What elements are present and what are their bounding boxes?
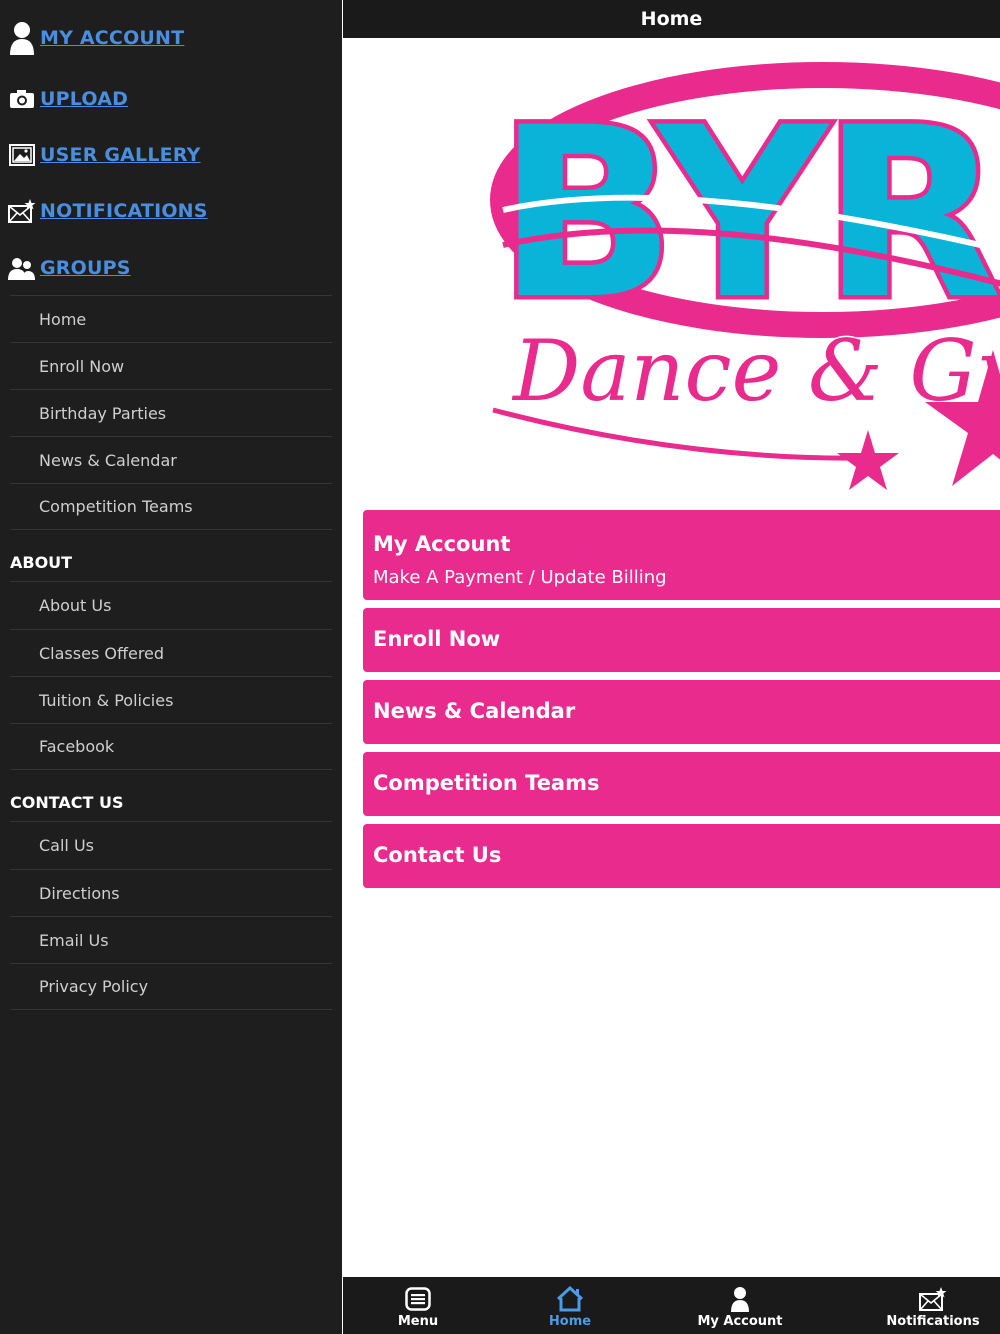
sidebar-link-label: NOTIFICATIONS	[40, 200, 208, 222]
home-icon	[555, 1284, 585, 1314]
button-title: Enroll Now	[373, 627, 501, 651]
button-subtitle: Make A Payment / Update Billing	[373, 567, 667, 588]
sidebar-item-email-us[interactable]: Email Us	[10, 916, 332, 963]
sidebar-item-tuition-policies[interactable]: Tuition & Policies	[10, 676, 332, 723]
sidebar-link-notifications[interactable]: NOTIFICATIONS	[8, 191, 338, 231]
sidebar-item-facebook[interactable]: Facebook	[10, 723, 332, 770]
byrd-logo: BYRD Dance & Gym	[490, 62, 1000, 490]
section-heading-contact: CONTACT US	[10, 784, 332, 822]
menu-icon	[405, 1284, 431, 1314]
main-content: BYRD Dance & Gym My Account Make A Payme…	[343, 38, 1000, 1278]
news-calendar-button[interactable]: News & Calendar	[363, 680, 1000, 744]
sidebar: MY ACCOUNT UPLOAD USER GALLERY NOTIFICAT…	[0, 0, 342, 1334]
tab-label: Menu	[397, 1314, 439, 1329]
logo-title: BYRD	[497, 78, 1000, 351]
button-title: Competition Teams	[373, 771, 600, 795]
sidebar-item-news-calendar[interactable]: News & Calendar	[10, 436, 332, 483]
tab-label: My Account	[697, 1314, 783, 1329]
sidebar-item-call-us[interactable]: Call Us	[10, 822, 332, 869]
bottom-tab-bar: Menu Home My Account Notifications	[343, 1277, 1000, 1334]
top-bar: Home	[343, 0, 1000, 38]
person-icon	[8, 22, 36, 55]
tab-label: Home	[548, 1314, 592, 1329]
contact-us-button[interactable]: Contact Us	[363, 824, 1000, 888]
enroll-now-button[interactable]: Enroll Now	[363, 608, 1000, 672]
section-heading-about: ABOUT	[10, 544, 332, 582]
sidebar-link-label: USER GALLERY	[40, 144, 201, 166]
sidebar-item-directions[interactable]: Directions	[10, 869, 332, 916]
sidebar-link-groups[interactable]: GROUPS	[8, 248, 338, 288]
button-title: News & Calendar	[373, 699, 576, 723]
sidebar-link-label: GROUPS	[40, 257, 131, 279]
tab-notifications[interactable]: Notifications	[883, 1277, 983, 1334]
about-list: About Us Classes Offered Tuition & Polic…	[10, 582, 332, 770]
tab-label: Notifications	[886, 1314, 980, 1329]
logo-subtitle: Dance & Gym	[511, 322, 1000, 420]
button-title: My Account	[373, 532, 511, 556]
sidebar-link-my-account[interactable]: MY ACCOUNT	[8, 18, 338, 58]
envelope-star-icon	[919, 1284, 947, 1314]
tab-my-account[interactable]: My Account	[695, 1277, 785, 1334]
person-icon	[730, 1284, 750, 1314]
sidebar-link-label: MY ACCOUNT	[40, 27, 185, 49]
sidebar-item-birthday-parties[interactable]: Birthday Parties	[10, 389, 332, 436]
sidebar-item-privacy-policy[interactable]: Privacy Policy	[10, 963, 332, 1010]
group-icon	[8, 253, 36, 283]
sidebar-link-label: UPLOAD	[40, 88, 129, 110]
sidebar-item-enroll-now[interactable]: Enroll Now	[10, 342, 332, 389]
tab-home[interactable]: Home	[535, 1277, 605, 1334]
competition-teams-button[interactable]: Competition Teams	[363, 752, 1000, 816]
button-title: Contact Us	[373, 843, 502, 867]
sidebar-item-home[interactable]: Home	[10, 295, 332, 342]
my-account-button[interactable]: My Account Make A Payment / Update Billi…	[363, 510, 1000, 600]
envelope-star-icon	[8, 196, 36, 226]
page-title: Home	[640, 8, 703, 30]
groups-list: Home Enroll Now Birthday Parties News & …	[10, 295, 332, 530]
camera-icon	[8, 84, 36, 114]
sidebar-item-classes-offered[interactable]: Classes Offered	[10, 629, 332, 676]
contact-list: Call Us Directions Email Us Privacy Poli…	[10, 822, 332, 1010]
tab-menu[interactable]: Menu	[383, 1277, 453, 1334]
sidebar-link-upload[interactable]: UPLOAD	[8, 79, 338, 119]
sidebar-item-competition-teams[interactable]: Competition Teams	[10, 483, 332, 530]
sidebar-link-user-gallery[interactable]: USER GALLERY	[8, 135, 338, 175]
image-icon	[8, 140, 36, 170]
sidebar-item-about-us[interactable]: About Us	[10, 582, 332, 629]
